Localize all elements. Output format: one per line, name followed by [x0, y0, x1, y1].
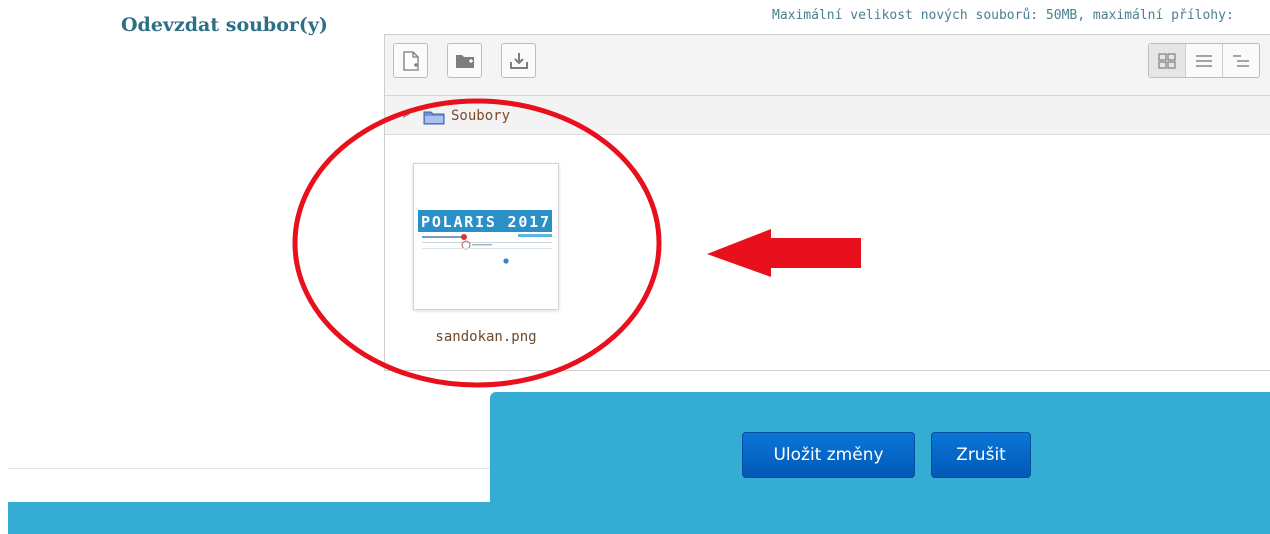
- form-actions: Uložit změny Zrušit: [490, 392, 1270, 502]
- save-changes-button[interactable]: Uložit změny: [742, 432, 915, 478]
- annotation-circle: [292, 98, 662, 388]
- cancel-button[interactable]: Zrušit: [931, 432, 1031, 478]
- annotation-arrow: [707, 229, 861, 277]
- divider: [8, 468, 490, 469]
- page-footer: [8, 502, 1270, 534]
